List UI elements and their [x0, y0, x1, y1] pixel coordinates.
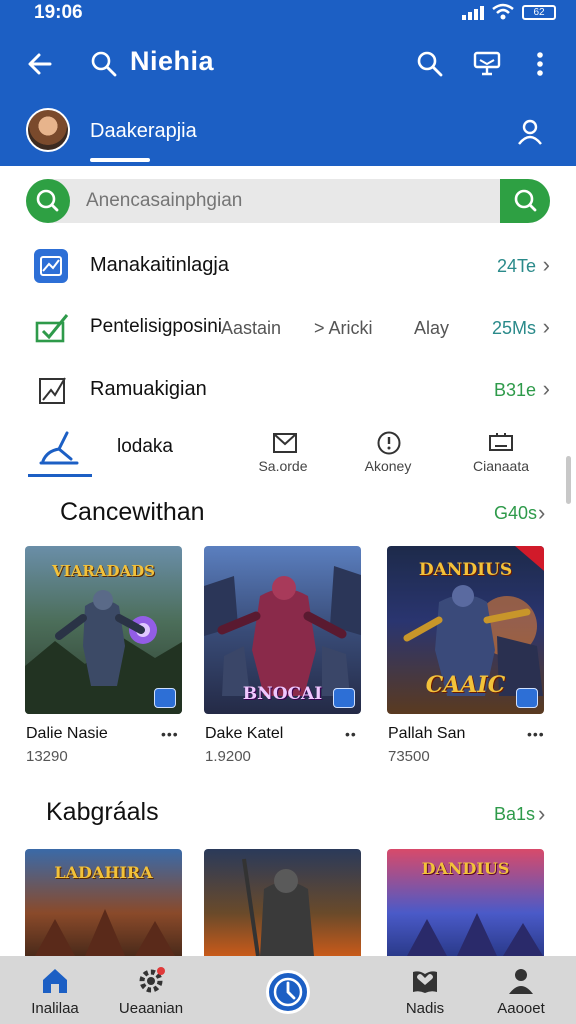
more-vert-icon[interactable] [528, 48, 552, 80]
check-chart-icon [34, 312, 70, 344]
chevron-right-icon: › [542, 252, 550, 277]
card-subtitle: 1.9200 [205, 748, 251, 765]
back-arrow-icon[interactable] [24, 48, 56, 80]
list-item-meta: Alay [414, 318, 450, 338]
tab-cianaata[interactable]: Cianaata [456, 458, 546, 474]
list-item-count: 25Ms [491, 318, 536, 338]
signal-icon [462, 6, 488, 20]
account-name[interactable]: Daakerapjia [90, 120, 197, 143]
search-input[interactable] [86, 187, 466, 215]
edit-image-icon [36, 374, 70, 406]
list-item-count: 24Te [496, 256, 536, 276]
list-item-label: Pentelisigposini [90, 316, 223, 337]
nav-item-profile[interactable]: Aaooet [466, 956, 576, 1024]
tab-akoney[interactable]: Akoney [343, 458, 433, 474]
list-item[interactable]: Manakaitinlagja 24Te › [0, 236, 576, 296]
card-title[interactable]: Dalie Nasie [26, 725, 108, 743]
game-cover-image[interactable]: DANDIUS [387, 849, 544, 956]
nav-label: Ueaanian [118, 1000, 184, 1017]
search-submit-icon[interactable] [500, 179, 550, 223]
user-icon[interactable] [514, 116, 546, 148]
chevron-right-icon: › [542, 314, 550, 339]
clock-icon [273, 977, 303, 1007]
platform-badge-icon [516, 688, 538, 708]
card-subtitle: 73500 [388, 748, 430, 765]
search-icon[interactable] [26, 179, 70, 223]
search-icon[interactable] [88, 48, 120, 80]
nav-label: Aaooet [497, 1000, 545, 1017]
cast-icon[interactable] [470, 48, 504, 80]
status-time: 19:06 [34, 2, 83, 23]
page-title: Niehia [130, 46, 215, 76]
search-icon[interactable] [414, 48, 446, 80]
section-see-all-link[interactable]: G40s [494, 503, 537, 524]
nav-item-clock[interactable] [266, 970, 310, 1014]
platform-badge-icon [154, 688, 176, 708]
account-bar: Daakerapjia [0, 100, 576, 166]
top-bar: Niehia [0, 36, 576, 92]
account-tab-indicator [90, 158, 150, 162]
game-cover-image[interactable]: DANDIUS CAAIC [387, 546, 544, 714]
search-bar [26, 179, 550, 223]
mail-icon[interactable] [270, 430, 300, 456]
screen-icon[interactable] [486, 430, 516, 456]
tab-saorde[interactable]: Sa.orde [238, 458, 328, 474]
game-cover-image[interactable]: BNOCAI [204, 546, 361, 714]
list-item-meta: > Aricki [314, 318, 373, 338]
section-see-all-link[interactable]: Ba1s [494, 804, 535, 825]
battery-icon: 62 [522, 5, 556, 20]
more-horiz-icon[interactable]: ••• [527, 726, 545, 742]
section-title: Cancewithan [60, 498, 205, 526]
tab-indicator [28, 474, 92, 477]
list-item-meta: Aastain [221, 318, 282, 338]
scrollbar[interactable] [566, 456, 571, 504]
card-title[interactable]: Dake Katel [205, 725, 283, 743]
nav-label: Nadis [405, 1000, 445, 1017]
game-cover-image[interactable] [204, 849, 361, 956]
nav-item-settings[interactable]: Ueaanian [96, 956, 206, 1024]
chevron-right-icon[interactable]: › [538, 801, 545, 827]
nav-item-home[interactable]: Inalilaa [0, 956, 110, 1024]
more-horiz-icon[interactable]: •• [345, 726, 357, 742]
more-horiz-icon[interactable]: ••• [161, 726, 179, 742]
chevron-right-icon[interactable]: › [538, 500, 545, 526]
wifi-icon [492, 3, 514, 20]
status-bar: 19:06 62 [0, 0, 576, 28]
avatar[interactable] [26, 108, 70, 152]
nav-item-library[interactable]: Nadis [370, 956, 480, 1024]
app-bar: 19:06 62 Niehia Daakerapjia [0, 0, 576, 166]
tab-lodaka[interactable]: lodaka [117, 436, 173, 458]
game-cover-image[interactable]: LADAHIRA [25, 849, 182, 956]
chevron-right-icon: › [542, 376, 550, 401]
list-item[interactable]: Pentelisigposini Aastain > Aricki Alay 2… [0, 298, 576, 358]
home-icon [40, 966, 70, 996]
pen-tool-icon[interactable] [36, 428, 82, 468]
book-heart-icon [410, 966, 440, 996]
cover-art-title: DANDIUS [418, 560, 513, 580]
list-item-label: Ramuakigian [90, 378, 207, 400]
list-item[interactable]: Ramuakigian B31e › [0, 360, 576, 420]
card-title[interactable]: Pallah San [388, 725, 465, 743]
profile-icon [506, 966, 536, 996]
game-cover-image[interactable]: VIARADADS [25, 546, 182, 714]
nav-label: Inalilaa [31, 1000, 79, 1017]
card-subtitle: 13290 [26, 748, 68, 765]
image-check-icon [32, 248, 70, 284]
platform-badge-icon [333, 688, 355, 708]
list-item-label: Manakaitinlagja [90, 254, 229, 276]
cover-art-title: VIARADADS [52, 562, 155, 580]
alert-clock-icon[interactable] [374, 430, 404, 456]
list-item-count: B31e [493, 380, 536, 400]
category-tabs: lodaka Sa.orde Akoney Cianaata [0, 424, 576, 480]
settings-gear-icon [136, 966, 166, 996]
section-title: Kabgráals [46, 798, 159, 826]
